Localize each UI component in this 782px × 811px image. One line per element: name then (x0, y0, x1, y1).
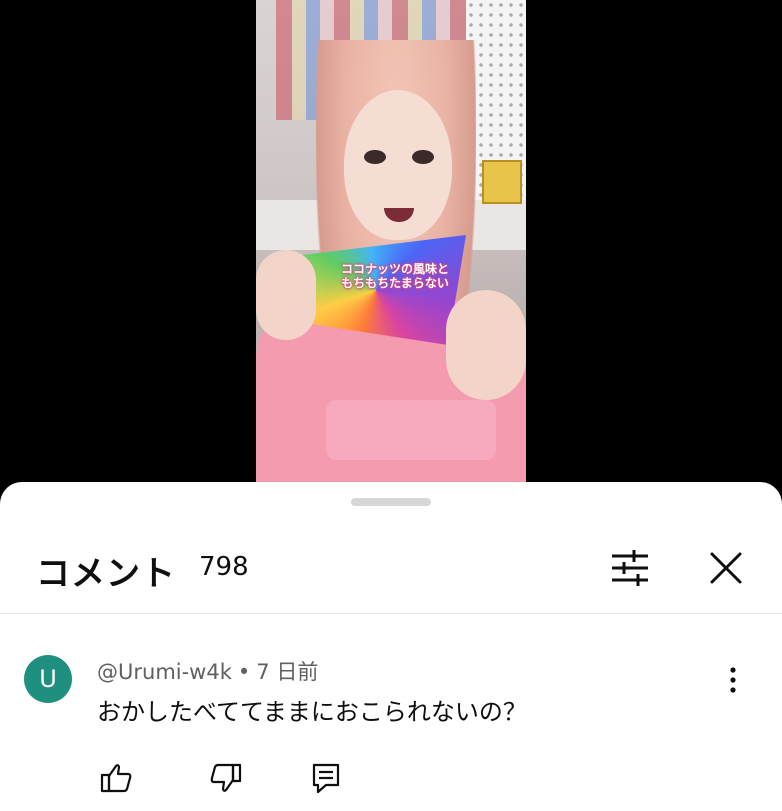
avatar[interactable]: U (24, 655, 72, 703)
header-divider (0, 613, 782, 614)
meta-separator: • (237, 660, 251, 684)
reply-button[interactable] (306, 758, 346, 798)
left-hand (256, 250, 316, 340)
video-player[interactable]: ココナッツの風味と もちもちたまらない (0, 0, 782, 520)
comments-count: 798 (199, 552, 249, 582)
left-eye (364, 150, 386, 164)
reply-icon (312, 763, 340, 794)
mouth (384, 208, 414, 222)
right-eye (412, 150, 434, 164)
comments-header: コメント 798 (0, 532, 782, 602)
comment-author[interactable]: @Urumi-w4k (97, 660, 232, 684)
caption-line-2: もちもちたまらない (341, 276, 449, 290)
yellow-box (482, 160, 522, 204)
close-icon (710, 552, 742, 584)
filter-button[interactable] (604, 544, 656, 592)
more-options-button[interactable] (718, 662, 748, 698)
dislike-button[interactable] (206, 758, 246, 798)
comments-title: コメント (36, 554, 176, 594)
comment-item: U @Urumi-w4k • 7 日前 おかしたべててままにおこられないの？ (0, 642, 782, 811)
drag-handle[interactable] (351, 498, 431, 506)
right-hand (446, 290, 526, 400)
sliders-icon (612, 550, 648, 586)
comments-sheet: コメント 798 U @Urumi-w4k • 7 日前 おかしたべててままにお… (0, 482, 782, 811)
caption-line-1: ココナッツの風味と (340, 262, 449, 276)
thumbs-up-icon (100, 764, 132, 793)
comment-time: 7 日前 (256, 660, 319, 684)
video-frame[interactable]: ココナッツの風味と もちもちたまらない (256, 0, 526, 520)
more-vertical-icon (730, 667, 736, 693)
shirt-print (326, 400, 496, 460)
video-caption: ココナッツの風味と もちもちたまらない (320, 262, 470, 290)
person-face (344, 90, 452, 240)
close-button[interactable] (700, 542, 752, 594)
thumbs-down-icon (210, 763, 242, 792)
comment-text: おかしたべててままにおこられないの？ (97, 698, 527, 726)
like-button[interactable] (96, 758, 136, 798)
comment-actions (90, 758, 390, 798)
comment-meta: @Urumi-w4k • 7 日前 (97, 656, 318, 686)
